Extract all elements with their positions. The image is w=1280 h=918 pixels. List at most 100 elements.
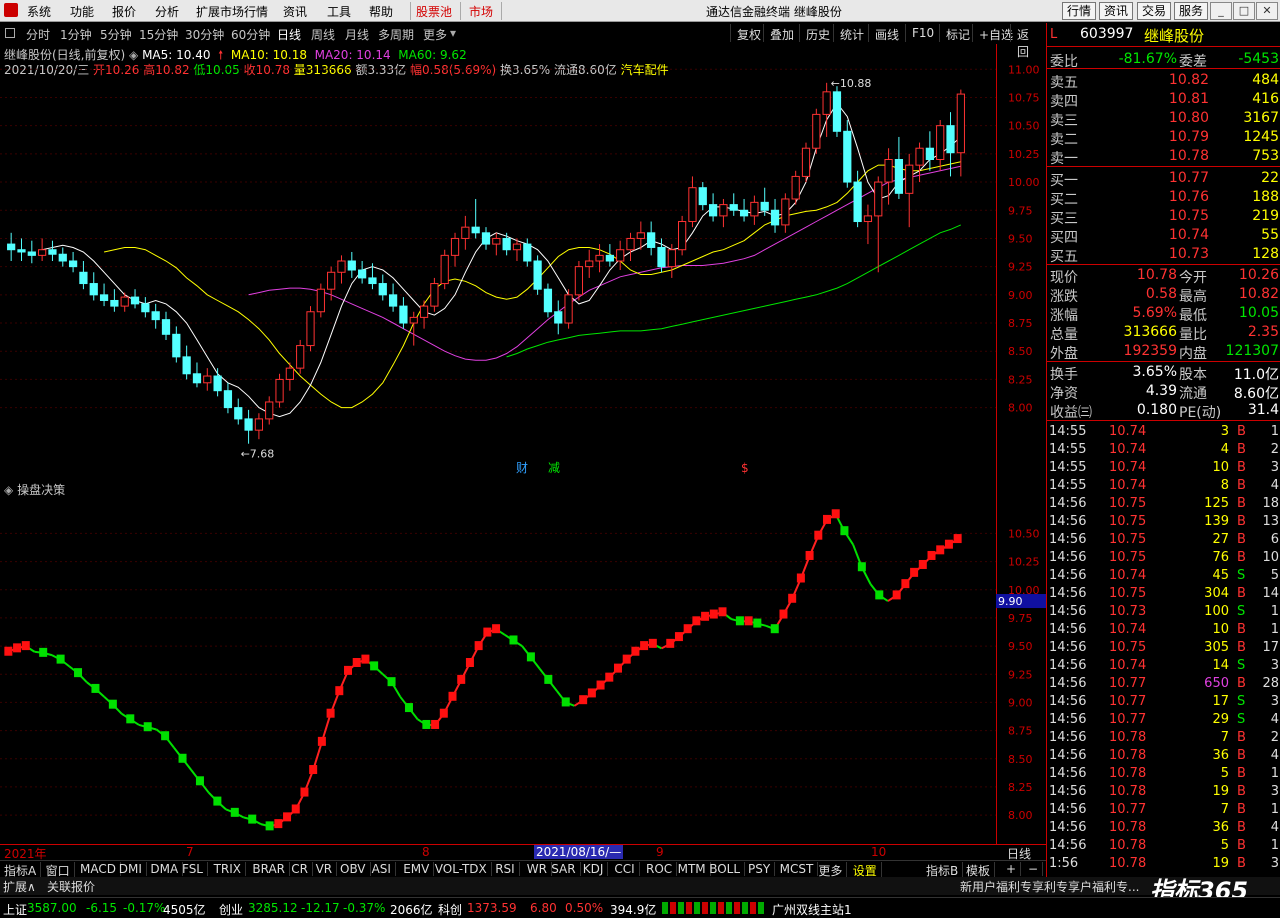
- indicator-tab[interactable]: DMI: [115, 862, 147, 876]
- candle-body: [471, 226, 480, 234]
- indicator-tab[interactable]: RSI: [491, 862, 520, 876]
- minimize-icon[interactable]: _: [1210, 2, 1232, 20]
- index-change[interactable]: -6.15: [86, 901, 117, 915]
- indicator-tab[interactable]: BOLL: [705, 862, 746, 876]
- menu-stock-pool[interactable]: 股票池: [416, 3, 452, 20]
- index-change[interactable]: -12.17: [301, 901, 340, 915]
- button-news[interactable]: 资讯: [1099, 2, 1133, 20]
- indicator-chart[interactable]: [0, 480, 996, 844]
- indicator-tab[interactable]: FSL: [178, 862, 208, 876]
- menu-help[interactable]: 帮助: [369, 3, 393, 20]
- close-icon[interactable]: ✕: [1256, 2, 1278, 20]
- period-daily[interactable]: 日线: [277, 26, 301, 43]
- candle-body: [708, 204, 718, 217]
- index-name[interactable]: 科创: [438, 901, 462, 918]
- indicator-marker: [439, 708, 448, 718]
- indicator-tab[interactable]: MCST: [776, 862, 819, 876]
- extension-toggle[interactable]: 扩展∧: [3, 878, 36, 895]
- index-name[interactable]: 创业: [219, 901, 243, 918]
- indicator-tab[interactable]: EMV: [399, 862, 435, 876]
- indicator-tab[interactable]: ASI: [368, 862, 396, 876]
- index-amount[interactable]: 4505亿: [163, 901, 206, 918]
- period-monthly[interactable]: 月线: [345, 26, 369, 43]
- book-row[interactable]: 卖四 10.81 416: [1047, 90, 1280, 110]
- tool-f10[interactable]: F10: [905, 24, 938, 42]
- candle-body: [936, 125, 945, 160]
- tick-list[interactable]: 14:55 10.74 3 B 1 14:55 10.74 4 B 2 14:55 10.74 10 B 3…: [1047, 423, 1280, 878]
- maximize-icon[interactable]: □: [1233, 2, 1255, 20]
- news-marquee[interactable]: 新用户福利专享利专享户福利专...: [960, 878, 1140, 895]
- tool-back[interactable]: 返回: [1010, 24, 1044, 59]
- indicator-tab[interactable]: PSY: [744, 862, 776, 876]
- indicator-tab[interactable]: ROC: [642, 862, 678, 876]
- index-amount[interactable]: 394.9亿: [610, 901, 656, 918]
- menu-market[interactable]: 市场: [469, 3, 493, 20]
- indicator-tab[interactable]: VR: [312, 862, 338, 876]
- index-price[interactable]: 3285.12: [248, 901, 298, 915]
- book-row[interactable]: 卖二 10.79 1245: [1047, 128, 1280, 148]
- period-weekly[interactable]: 周线: [311, 26, 335, 43]
- menu-news[interactable]: 资讯: [283, 3, 307, 20]
- indicator-marker: [230, 807, 239, 817]
- period-5min[interactable]: 5分钟: [100, 26, 132, 43]
- book-row[interactable]: 买五 10.73 128: [1047, 245, 1280, 265]
- stat-label: 最高: [1179, 289, 1207, 305]
- tool-draw[interactable]: 画线: [868, 24, 903, 42]
- tool-overlay[interactable]: 叠加: [763, 24, 798, 42]
- index-pct[interactable]: -0.37%: [343, 901, 385, 915]
- menu-system[interactable]: 系统: [27, 3, 51, 20]
- candle-body: [203, 375, 212, 384]
- menu-tools[interactable]: 工具: [327, 3, 351, 20]
- tool-mark[interactable]: 标记: [939, 24, 974, 42]
- book-row[interactable]: 买二 10.76 188: [1047, 188, 1280, 208]
- button-quote[interactable]: 行情: [1062, 2, 1096, 20]
- book-row[interactable]: 买四 10.74 55: [1047, 226, 1280, 246]
- indicator-tab[interactable]: SAR: [547, 862, 581, 876]
- index-pct[interactable]: -0.17%: [123, 901, 165, 915]
- index-price[interactable]: 3587.00: [27, 901, 77, 915]
- index-amount[interactable]: 2066亿: [390, 901, 433, 918]
- button-trade[interactable]: 交易: [1137, 2, 1171, 20]
- book-row[interactable]: 买一 10.77 22: [1047, 169, 1280, 189]
- server-label[interactable]: 广州双线主站1: [772, 901, 852, 918]
- index-change[interactable]: 6.80: [530, 901, 557, 915]
- chevron-down-icon[interactable]: ▾: [450, 26, 456, 40]
- book-row[interactable]: 卖一 10.78 753: [1047, 147, 1280, 167]
- indicator-tab[interactable]: VOL-TDX: [431, 862, 492, 876]
- period-15min[interactable]: 15分钟: [139, 26, 178, 43]
- book-row[interactable]: 卖五 10.82 484: [1047, 71, 1280, 91]
- period-fenshi[interactable]: 分时: [26, 26, 50, 43]
- menu-analysis[interactable]: 分析: [155, 3, 179, 20]
- indicator-tab[interactable]: CR: [287, 862, 313, 876]
- menu-ext-market[interactable]: 扩展市场行情: [196, 3, 268, 20]
- stat-row: 总量 313666 量比 2.35: [1047, 323, 1280, 343]
- index-pct[interactable]: 0.50%: [565, 901, 603, 915]
- period-30min[interactable]: 30分钟: [185, 26, 224, 43]
- period-multi[interactable]: 多周期: [378, 26, 414, 43]
- book-row[interactable]: 卖三 10.80 3167: [1047, 109, 1280, 129]
- index-price[interactable]: 1373.59: [467, 901, 517, 915]
- candlestick-chart[interactable]: ←10.88 ←7.68 财 减 $: [0, 44, 996, 478]
- period-60min[interactable]: 60分钟: [231, 26, 270, 43]
- menu-quote[interactable]: 报价: [112, 3, 136, 20]
- period-more[interactable]: 更多: [423, 26, 447, 43]
- tool-history[interactable]: 历史: [799, 24, 834, 42]
- book-row[interactable]: 买三 10.75 219: [1047, 207, 1280, 227]
- indicator-tab[interactable]: OBV: [336, 862, 371, 876]
- period-1min[interactable]: 1分钟: [60, 26, 92, 43]
- indicator-tab[interactable]: KDJ: [579, 862, 609, 876]
- index-name[interactable]: 上证: [3, 901, 27, 918]
- tool-stats[interactable]: 统计: [833, 24, 868, 42]
- tick-price: 10.74: [1109, 424, 1147, 439]
- button-service[interactable]: 服务: [1174, 2, 1208, 20]
- panel-toggle-icon[interactable]: [5, 28, 15, 38]
- indicator-tab-right[interactable]: −: [1024, 862, 1044, 876]
- menu-function[interactable]: 功能: [70, 3, 94, 20]
- indicator-tab[interactable]: CCI: [610, 862, 640, 876]
- indicator-marker: [178, 753, 187, 763]
- indicator-tab-right[interactable]: +: [1002, 862, 1022, 876]
- tool-fuquan[interactable]: 复权: [730, 24, 765, 42]
- indicator-tab[interactable]: BRAR: [248, 862, 291, 876]
- indicator-tab[interactable]: TRIX: [210, 862, 247, 876]
- related-quotes-tab[interactable]: 关联报价: [47, 878, 95, 895]
